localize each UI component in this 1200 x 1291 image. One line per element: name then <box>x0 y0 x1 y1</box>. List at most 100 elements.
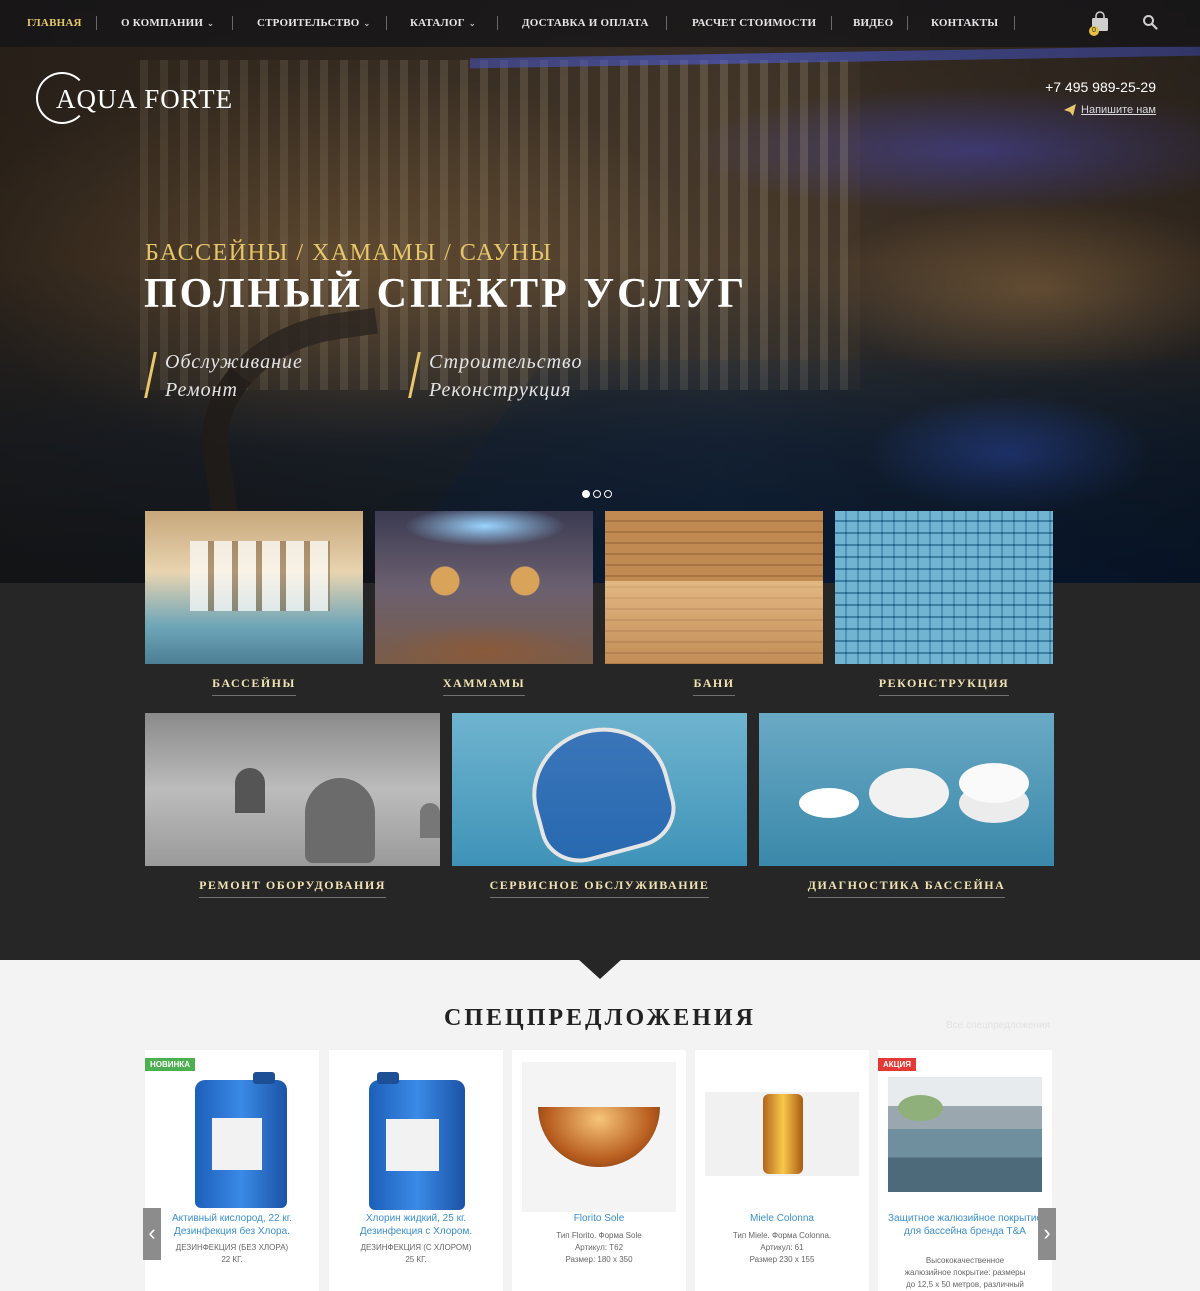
category-label[interactable]: БАНИ <box>605 676 823 696</box>
service-tile-maintenance[interactable] <box>452 713 747 866</box>
category-tile-reconstruction[interactable] <box>835 511 1053 664</box>
hero-service-item: Ремонт <box>165 379 239 401</box>
category-tile-saunas[interactable] <box>605 511 823 664</box>
wall-lamp-image <box>763 1094 803 1174</box>
product-image[interactable] <box>705 1092 859 1176</box>
category-label[interactable]: ХАММАМЫ <box>375 676 593 696</box>
service-label[interactable]: СЕРВИСНОЕ ОБСЛУЖИВАНИЕ <box>452 878 747 898</box>
product-meta: Высококачественное жалюзийное покрытие: … <box>884 1255 1046 1291</box>
nav-separator <box>666 16 667 30</box>
product-meta-line: Тип Florito. Форма Sole <box>556 1231 642 1240</box>
all-offers-link[interactable]: Все спецпредложения <box>946 1020 1050 1031</box>
canister-image <box>369 1072 465 1210</box>
nav-item-construction[interactable]: СТРОИТЕЛЬСТВО ⌄ <box>257 17 370 29</box>
hero-services-left: Обслуживание Ремонт <box>147 348 303 404</box>
cart-count-badge: 0 <box>1089 26 1099 36</box>
nav-separator <box>831 16 832 30</box>
canister-image <box>195 1072 287 1208</box>
site-logo[interactable]: AQUA FORTE <box>36 70 266 130</box>
category-tile-pools[interactable] <box>145 511 363 664</box>
nav-label: СТРОИТЕЛЬСТВО <box>257 17 360 29</box>
nav-item-home[interactable]: ГЛАВНАЯ <box>27 17 82 29</box>
product-card[interactable]: Miele Colonna Тип Miele. Форма Colonna. … <box>695 1050 869 1291</box>
carousel-prev-button[interactable]: ‹ <box>143 1208 161 1260</box>
nav-item-delivery[interactable]: ДОСТАВКА И ОПЛАТА <box>522 17 649 29</box>
product-meta-line: Артикул: 61 <box>760 1243 804 1252</box>
nav-label: РАСЧЕТ СТОИМОСТИ <box>692 17 817 29</box>
product-image[interactable] <box>888 1077 1042 1192</box>
product-image[interactable] <box>155 1062 309 1212</box>
product-meta-line: 25 КГ. <box>405 1255 427 1264</box>
phone-number[interactable]: +7 495 989-25-29 <box>1045 79 1156 95</box>
service-tile-repair[interactable] <box>145 713 440 866</box>
hero-title: ПОЛНЫЙ СПЕКТР УСЛУГ <box>144 271 748 317</box>
product-image[interactable] <box>522 1062 676 1212</box>
product-card[interactable]: Хлорин жидкий, 25 кг. Дезинфекция с Хлор… <box>329 1050 503 1291</box>
paper-plane-icon <box>1064 104 1076 116</box>
slider-dot-1[interactable] <box>582 490 590 498</box>
nav-item-contacts[interactable]: КОНТАКТЫ <box>931 17 998 29</box>
product-card[interactable]: Florito Sole Тип Florito. Форма Sole Арт… <box>512 1050 686 1291</box>
nav-label: ВИДЕО <box>853 17 894 29</box>
slider-dot-3[interactable] <box>604 490 612 498</box>
wall-lamp-image <box>538 1107 660 1167</box>
nav-label: ДОСТАВКА И ОПЛАТА <box>522 17 649 29</box>
canister-cap <box>253 1072 275 1084</box>
canister-label <box>386 1119 440 1171</box>
product-meta-line: ДЕЗИНФЕКЦИЯ (БЕЗ ХЛОРА) <box>175 1243 289 1252</box>
product-name[interactable]: Хлорин жидкий, 25 кг. Дезинфекция с Хлор… <box>335 1212 497 1238</box>
product-meta: ДЕЗИНФЕКЦИЯ (БЕЗ ХЛОРА) 22 КГ. <box>151 1242 313 1266</box>
hero-service-item: Обслуживание <box>165 351 303 373</box>
product-meta: Тип Miele. Форма Colonna. Артикул: 61 Ра… <box>701 1230 863 1266</box>
canister-label <box>211 1118 263 1170</box>
hero-subtitle: БАССЕЙНЫ / ХАМАМЫ / САУНЫ <box>145 240 553 266</box>
pool-cover-image <box>888 1077 1042 1192</box>
service-tile-diagnostics[interactable] <box>759 713 1054 866</box>
product-meta: Тип Florito. Форма Sole Артикул: Т62 Раз… <box>518 1230 680 1266</box>
chevron-down-icon: ⌄ <box>363 19 371 28</box>
nav-separator <box>1014 16 1015 30</box>
nav-label: КОНТАКТЫ <box>931 17 999 29</box>
badge-sale: АКЦИЯ <box>878 1058 917 1071</box>
hero-service-item: Реконструкция <box>429 379 572 401</box>
nav-item-video[interactable]: ВИДЕО <box>853 17 893 29</box>
category-label[interactable]: РЕКОНСТРУКЦИЯ <box>835 676 1053 696</box>
slider-dot-2[interactable] <box>593 490 601 498</box>
chevron-down-icon: ⌄ <box>468 19 476 28</box>
category-label[interactable]: БАССЕЙНЫ <box>145 676 363 696</box>
category-tile-hammams[interactable] <box>375 511 593 664</box>
service-label[interactable]: ДИАГНОСТИКА БАССЕЙНА <box>759 878 1054 898</box>
logo-text: AQUA FORTE <box>56 84 234 114</box>
hero-service-item: Строительство <box>429 351 583 373</box>
product-meta-line: Размер 230 x 155 <box>749 1255 815 1264</box>
nav-label: КАТАЛОГ <box>410 17 465 29</box>
product-meta: ДЕЗИНФЕКЦИЯ (С ХЛОРОМ) 25 КГ. <box>335 1242 497 1266</box>
chevron-down-icon: ⌄ <box>207 19 215 28</box>
product-meta-line: Размер: 180 x 350 <box>565 1255 633 1264</box>
nav-item-catalog[interactable]: КАТАЛОГ ⌄ <box>410 17 476 29</box>
service-label[interactable]: РЕМОНТ ОБОРУДОВАНИЯ <box>145 878 440 898</box>
carousel-next-button[interactable]: › <box>1038 1208 1056 1260</box>
nav-separator <box>386 16 387 30</box>
product-card[interactable]: НОВИНКА Активный кислород, 22 кг. Дезинф… <box>145 1050 319 1291</box>
nav-separator <box>232 16 233 30</box>
product-meta-line: ДЕЗИНФЕКЦИЯ (С ХЛОРОМ) <box>360 1243 472 1252</box>
nav-separator <box>96 16 97 30</box>
badge-new: НОВИНКА <box>145 1058 195 1071</box>
product-name[interactable]: Активный кислород, 22 кг. Дезинфекция бе… <box>151 1212 313 1238</box>
nav-item-about[interactable]: О КОМПАНИИ ⌄ <box>121 17 214 29</box>
product-meta-line: до 12,5 x 50 метров, различный <box>906 1280 1024 1289</box>
nav-label: О КОМПАНИИ <box>121 17 204 29</box>
search-icon[interactable] <box>1142 14 1158 30</box>
write-us-link[interactable]: Напишите нам <box>1081 104 1156 116</box>
hero-services-right: Строительство Реконструкция <box>411 348 582 404</box>
nav-separator <box>907 16 908 30</box>
product-card[interactable]: АКЦИЯ Защитное жалюзийное покрытие для б… <box>878 1050 1052 1291</box>
product-name[interactable]: Florito Sole <box>518 1212 680 1225</box>
product-name[interactable]: Защитное жалюзийное покрытие для бассейн… <box>884 1212 1046 1238</box>
product-name[interactable]: Miele Colonna <box>701 1212 863 1225</box>
nav-item-calculation[interactable]: РАСЧЕТ СТОИМОСТИ <box>692 17 816 29</box>
product-image[interactable] <box>339 1062 493 1212</box>
product-meta-line: Артикул: Т62 <box>574 1243 624 1252</box>
section-arrow-icon <box>578 959 622 979</box>
